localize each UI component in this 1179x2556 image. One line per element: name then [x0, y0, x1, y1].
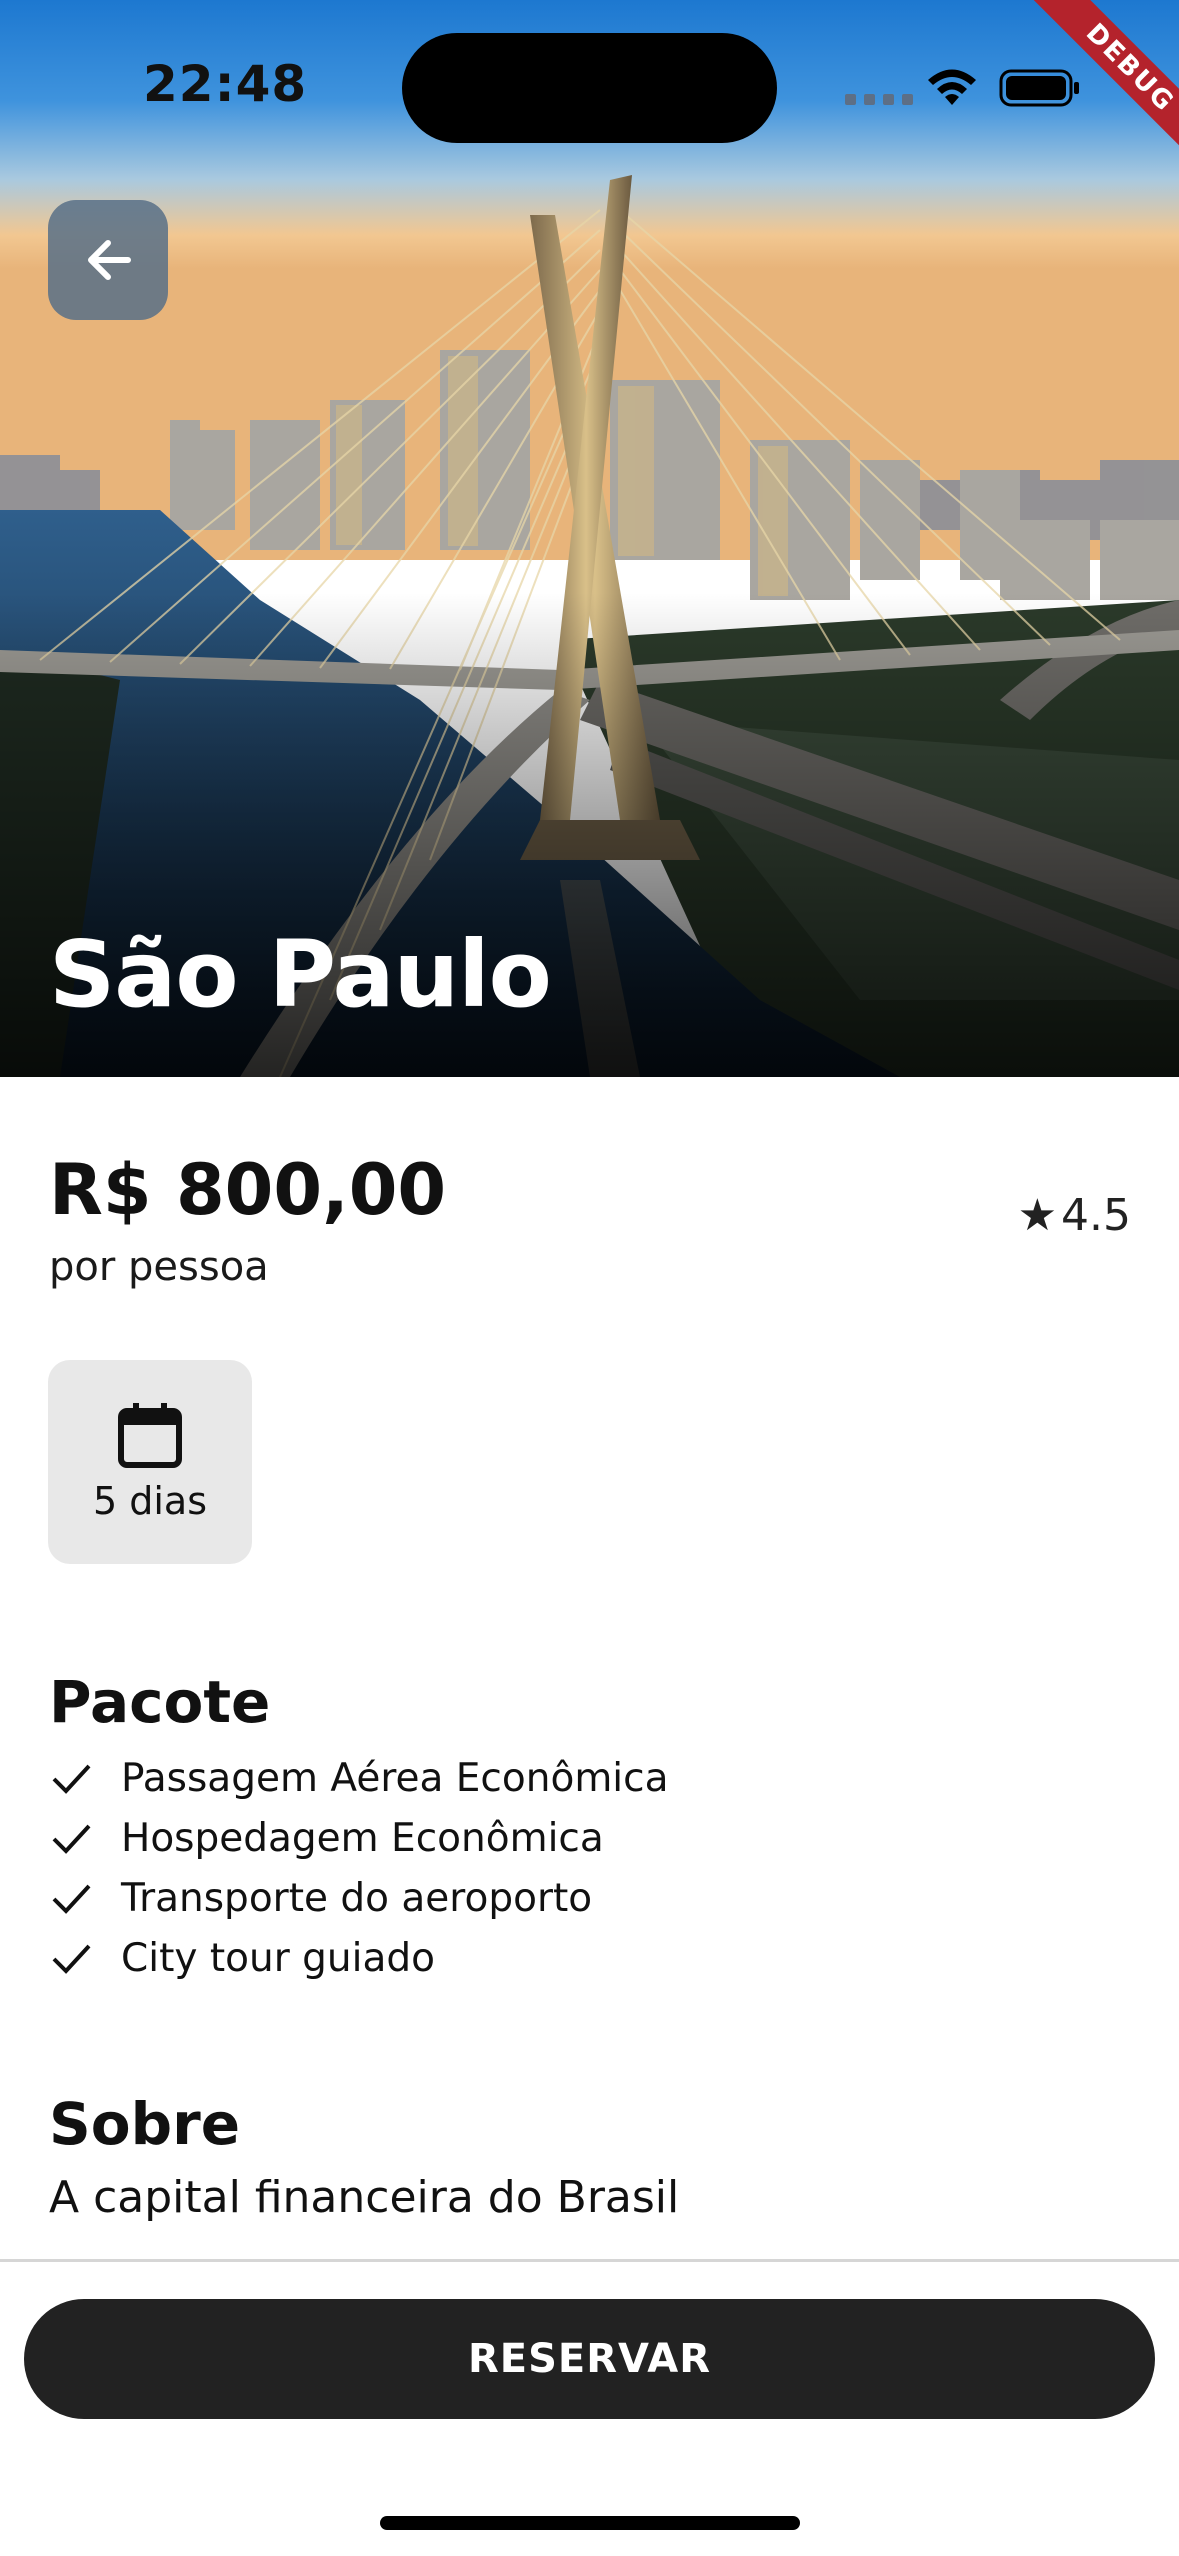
check-icon [52, 1884, 91, 1914]
duration-label: 5 dias [92, 1479, 208, 1523]
dynamic-island [402, 33, 777, 143]
city-bridge-photo [0, 0, 1179, 1077]
wifi-icon [928, 69, 976, 105]
arrow-left-icon [88, 240, 131, 280]
package-item: Hospedagem Econômica [49, 1808, 669, 1868]
home-indicator[interactable] [380, 2516, 800, 2530]
package-item: Transporte do aeroporto [49, 1868, 669, 1928]
star-icon: ★ [1017, 1189, 1058, 1241]
check-icon [52, 1824, 91, 1854]
package-item: City tour guiado [49, 1928, 669, 1988]
bottom-divider [0, 2259, 1179, 2262]
price-unit: por pessoa [49, 1244, 269, 1290]
package-item-label: Passagem Aérea Econômica [121, 1755, 669, 1801]
hero-image: 22:48 DEBUG São Paulo [0, 0, 1179, 1077]
reserve-button[interactable]: RESERVAR [24, 2299, 1155, 2419]
battery-icon [999, 69, 1079, 107]
about-text: A capital financeira do Brasil [49, 2172, 680, 2223]
package-item-label: Transporte do aeroporto [121, 1875, 593, 1921]
package-item-label: Hospedagem Econômica [121, 1815, 604, 1861]
rating: ★ 4.5 [1018, 1190, 1131, 1241]
destination-title: São Paulo [49, 921, 552, 1028]
cellular-signal-icon [845, 94, 913, 105]
about-title: Sobre [49, 2090, 241, 2158]
check-icon [52, 1764, 91, 1794]
calendar-icon [118, 1403, 182, 1468]
package-item-label: City tour guiado [121, 1935, 435, 1981]
package-list: Passagem Aérea Econômica Hospedagem Econ… [49, 1748, 669, 1988]
duration-chip: 5 dias [48, 1360, 252, 1564]
price: R$ 800,00 [49, 1149, 447, 1231]
package-item: Passagem Aérea Econômica [49, 1748, 669, 1808]
back-button[interactable] [48, 200, 168, 320]
check-icon [52, 1944, 91, 1974]
destination-detail-screen: 22:48 DEBUG São Paulo R$ 800,00 por pess… [0, 0, 1179, 2556]
rating-value: 4.5 [1061, 1190, 1131, 1241]
package-title: Pacote [49, 1668, 271, 1736]
status-time: 22:48 [143, 55, 308, 113]
